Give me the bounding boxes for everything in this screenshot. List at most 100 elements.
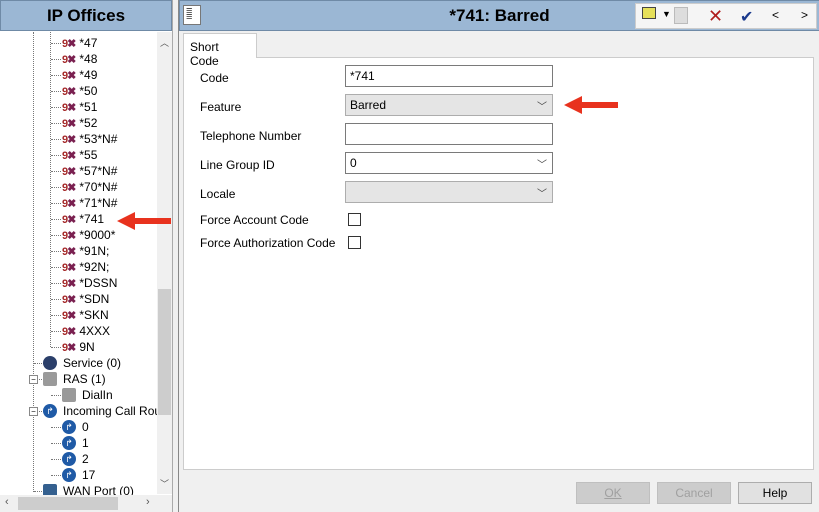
force-account-label: Force Account Code bbox=[200, 213, 309, 227]
tree-item-short-code[interactable]: 9✖ *SDN bbox=[62, 291, 109, 307]
tree-item-label: *47 bbox=[79, 36, 98, 50]
feature-select[interactable]: Barred ﹀ bbox=[345, 94, 553, 116]
short-code-icon: 9✖ bbox=[62, 341, 76, 354]
tree-item-short-code[interactable]: 9✖ *57*N# bbox=[62, 163, 117, 179]
ok-button[interactable]: OK bbox=[576, 482, 650, 504]
tree-item-short-code[interactable]: 9✖ *51 bbox=[62, 99, 97, 115]
tree-item-short-code[interactable]: 9✖ *DSSN bbox=[62, 275, 117, 291]
tree-item[interactable]: ↱ Incoming Call Route bbox=[43, 403, 171, 419]
short-code-icon: 9✖ bbox=[62, 309, 76, 322]
short-code-icon: 9✖ bbox=[62, 261, 76, 274]
short-code-icon: 9✖ bbox=[62, 117, 76, 130]
dropdown-arrow-icon[interactable]: ▼ bbox=[662, 9, 671, 19]
tree-item-short-code[interactable]: 9✖ *92N; bbox=[62, 259, 109, 275]
short-code-icon: 9✖ bbox=[62, 101, 76, 114]
tree-item-label: RAS (1) bbox=[63, 372, 106, 386]
tree-item-short-code[interactable]: 9✖ *48 bbox=[62, 51, 97, 67]
tree-item-label: *741 bbox=[79, 212, 105, 226]
menu-icon[interactable]: ≡ ≡ bbox=[183, 5, 201, 25]
toolbar: ▼ ✕ ✔ < > bbox=[635, 3, 817, 29]
tree-item-short-code[interactable]: 9✖ *55 bbox=[62, 147, 97, 163]
tree-item-label: *48 bbox=[79, 52, 98, 66]
tree-item[interactable]: ↱ 2 bbox=[62, 451, 89, 467]
form-area: Code *741 Feature Barred ﹀ Telephone Numb… bbox=[183, 57, 814, 470]
tree-item-short-code[interactable]: 9✖ *53*N# bbox=[62, 131, 117, 147]
locale-select[interactable]: ﹀ bbox=[345, 181, 553, 203]
tree-item[interactable]: ↱ 17 bbox=[62, 467, 95, 483]
tree-item[interactable]: Service (0) bbox=[43, 355, 121, 371]
force-auth-checkbox[interactable] bbox=[348, 236, 361, 249]
tree-item-short-code[interactable]: 9✖ *741 bbox=[62, 211, 104, 227]
new-folder-icon[interactable] bbox=[642, 7, 656, 19]
tree-item-label: *53*N# bbox=[79, 132, 118, 146]
tree-item-short-code[interactable]: 9✖ 4XXX bbox=[62, 323, 110, 339]
ras-icon bbox=[62, 388, 76, 402]
code-input[interactable]: *741 bbox=[345, 65, 553, 87]
horizontal-scrollbar[interactable]: ‹ › bbox=[0, 495, 172, 512]
tree-item-short-code[interactable]: 9✖ *70*N# bbox=[62, 179, 117, 195]
tree-item-short-code[interactable]: 9✖ *49 bbox=[62, 67, 97, 83]
tree-item-short-code[interactable]: 9✖ *50 bbox=[62, 83, 97, 99]
cancel-button[interactable]: Cancel bbox=[657, 482, 731, 504]
panel-title: IP Offices bbox=[0, 0, 172, 31]
tree-item[interactable]: ↱ 0 bbox=[62, 419, 89, 435]
telephone-input[interactable] bbox=[345, 123, 553, 145]
scroll-thumb[interactable] bbox=[18, 497, 118, 510]
check-icon[interactable]: ✔ bbox=[740, 7, 753, 27]
line-group-select[interactable]: 0 ﹀ bbox=[345, 152, 553, 174]
route-icon: ↱ bbox=[62, 436, 76, 450]
short-code-icon: 9✖ bbox=[62, 229, 76, 242]
short-code-icon: 9✖ bbox=[62, 213, 76, 226]
tree-item-label: Service (0) bbox=[63, 356, 122, 370]
tree-item-short-code[interactable]: 9✖ *SKN bbox=[62, 307, 109, 323]
force-account-checkbox[interactable] bbox=[348, 213, 361, 226]
vertical-scrollbar[interactable]: ︿ ﹀ bbox=[157, 32, 172, 494]
short-code-icon: 9✖ bbox=[62, 85, 76, 98]
line-group-label: Line Group ID bbox=[200, 158, 275, 172]
telephone-label: Telephone Number bbox=[200, 129, 302, 143]
short-code-icon: 9✖ bbox=[62, 37, 76, 50]
tree-item-label: 0 bbox=[82, 420, 89, 434]
tree-item-short-code[interactable]: 9✖ *71*N# bbox=[62, 195, 117, 211]
feature-value: Barred bbox=[350, 98, 387, 112]
collapse-toggle[interactable]: − bbox=[29, 407, 38, 416]
red-arrow-tree bbox=[117, 212, 171, 230]
route-icon: ↱ bbox=[62, 420, 76, 434]
help-button[interactable]: Help bbox=[738, 482, 812, 504]
previous-button[interactable]: < bbox=[772, 8, 779, 22]
short-code-editor: *741: Barred ≡ ≡ ▼ ✕ ✔ < > Short Code Cod… bbox=[178, 0, 819, 512]
tree-item-label: *52 bbox=[79, 116, 98, 130]
collapse-toggle[interactable]: − bbox=[29, 375, 38, 384]
short-code-icon: 9✖ bbox=[62, 197, 76, 210]
tree-item-short-code[interactable]: 9✖ *9000* bbox=[62, 227, 115, 243]
tab-short-code[interactable]: Short Code bbox=[183, 33, 257, 68]
route-icon: ↱ bbox=[62, 452, 76, 466]
route-icon: ↱ bbox=[62, 468, 76, 482]
code-label: Code bbox=[200, 71, 229, 85]
ras-icon bbox=[43, 372, 57, 386]
tree-item-label: 1 bbox=[82, 436, 89, 450]
line-group-value: 0 bbox=[350, 156, 357, 170]
short-code-icon: 9✖ bbox=[62, 133, 76, 146]
tree-item-short-code[interactable]: 9✖ *91N; bbox=[62, 243, 109, 259]
chevron-down-icon: ﹀ bbox=[537, 102, 547, 113]
tree-item[interactable]: RAS (1) bbox=[43, 371, 106, 387]
help-label: Help bbox=[762, 486, 788, 500]
tree-item[interactable]: DialIn bbox=[62, 387, 113, 403]
tree-item-label: *71*N# bbox=[79, 196, 118, 210]
tree-item[interactable]: ↱ 1 bbox=[62, 435, 89, 451]
chevron-down-icon: ﹀ bbox=[537, 160, 547, 171]
tree-item-short-code[interactable]: 9✖ 9N bbox=[62, 339, 95, 355]
next-button[interactable]: > bbox=[801, 8, 808, 22]
tree-item-label: Incoming Call Route bbox=[63, 404, 172, 418]
tree-item-label: *92N; bbox=[79, 260, 110, 274]
chevron-down-icon: ﹀ bbox=[537, 189, 547, 200]
tree-item-label: *91N; bbox=[79, 244, 110, 258]
tree-item-label: *70*N# bbox=[79, 180, 118, 194]
tree-item-short-code[interactable]: 9✖ *47 bbox=[62, 35, 97, 51]
short-code-icon: 9✖ bbox=[62, 165, 76, 178]
delete-icon[interactable]: ✕ bbox=[708, 6, 723, 27]
route-icon: ↱ bbox=[43, 404, 57, 418]
tree-item-short-code[interactable]: 9✖ *52 bbox=[62, 115, 97, 131]
scroll-thumb[interactable] bbox=[158, 289, 171, 415]
